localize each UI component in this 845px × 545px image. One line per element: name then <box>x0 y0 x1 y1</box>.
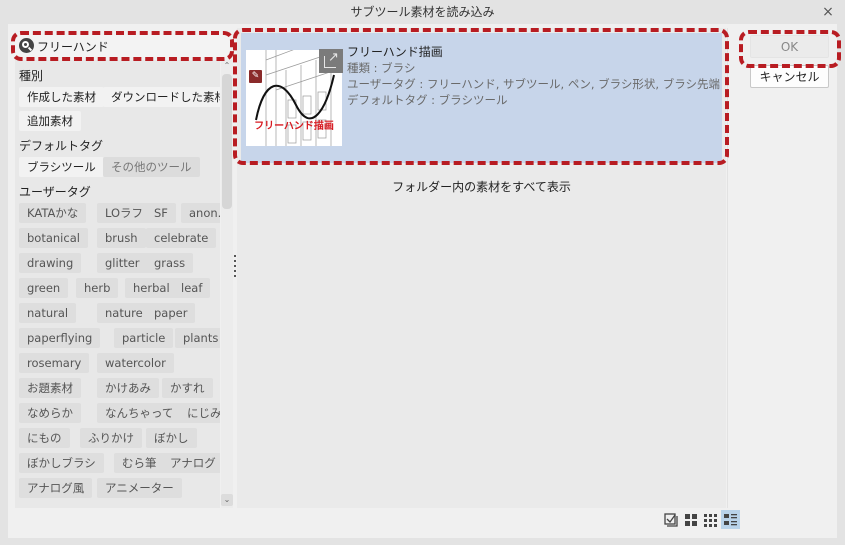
user-tag[interactable]: お題素材 <box>19 378 81 398</box>
user-tag[interactable]: アニメーター <box>97 478 182 498</box>
search-box[interactable] <box>15 35 230 57</box>
user-tag[interactable]: leaf <box>173 278 211 298</box>
user-tag[interactable]: SF <box>146 203 176 223</box>
user-tag[interactable]: なめらか <box>19 403 81 423</box>
user-tag[interactable]: かすれ <box>162 378 213 398</box>
list-detail-icon[interactable] <box>721 510 740 529</box>
user-tag[interactable]: herbal <box>125 278 178 298</box>
type-section-label: 種別 <box>19 69 44 83</box>
user-tag[interactable]: watercolor <box>97 353 174 373</box>
user-tag[interactable]: なんちゃって <box>97 403 182 423</box>
select-all-icon[interactable] <box>662 511 679 528</box>
tag-panel-scrollbar[interactable]: ⌃ ⌄ <box>221 60 233 508</box>
user-tag[interactable]: ふりかけ <box>80 428 142 448</box>
window-title: サブツール素材を読み込み <box>350 5 495 19</box>
user-tag[interactable]: herb <box>76 278 119 298</box>
type-tag[interactable]: 追加素材 <box>19 111 81 131</box>
type-tag[interactable]: 作成した素材 <box>19 87 104 107</box>
user-tag[interactable]: むら筆 <box>114 453 165 473</box>
scroll-thumb[interactable] <box>222 74 232 209</box>
user-tag[interactable]: nature <box>97 303 151 323</box>
material-default-tags: デフォルトタグ : ブラシツール <box>347 93 508 107</box>
user-tag[interactable]: brush <box>97 228 146 248</box>
user-tag[interactable]: ぼかし <box>146 428 197 448</box>
material-list: ✎ フリーハンド描画 フリーハンド描画 種類 : ブラシ ユーザータグ : フリ… <box>237 28 726 508</box>
material-item[interactable]: ✎ フリーハンド描画 フリーハンド描画 種類 : ブラシ ユーザータグ : フリ… <box>241 33 722 163</box>
user-tag[interactable]: LOラフ <box>97 203 152 223</box>
close-icon: × <box>822 4 834 20</box>
material-type: 種類 : ブラシ <box>347 61 416 75</box>
user-tag[interactable]: アナログ <box>162 453 220 473</box>
brush-icon: ✎ <box>249 70 262 83</box>
user-tag[interactable]: celebrate <box>146 228 217 248</box>
default-tag[interactable]: ブラシツール <box>19 157 104 177</box>
divider <box>727 28 728 508</box>
user-tag[interactable]: rosemary <box>19 353 90 373</box>
default-tag[interactable]: その他のツール <box>103 157 200 177</box>
user-tag[interactable]: paperflying <box>19 328 101 348</box>
user-tag[interactable]: アナログ風 <box>19 478 93 498</box>
material-user-tags: ユーザータグ : フリーハンド, サブツール, ペン, ブラシ形状, ブラシ先端 <box>347 77 721 91</box>
type-tag[interactable]: ダウンロードした素材 <box>103 87 220 107</box>
scroll-down-icon[interactable]: ⌄ <box>221 494 233 506</box>
thumbnail-label: フリーハンド描画 <box>254 121 334 132</box>
user-tag[interactable]: particle <box>114 328 174 348</box>
open-external-icon[interactable] <box>319 49 343 73</box>
search-input[interactable] <box>37 35 227 57</box>
cancel-button[interactable]: キャンセル <box>750 65 829 88</box>
user-tag[interactable]: ぼかしブラシ <box>19 453 104 473</box>
show-all-link[interactable]: フォルダー内の素材をすべて表示 <box>237 178 726 195</box>
small-grid-icon[interactable] <box>702 511 719 528</box>
user-tag[interactable]: botanical <box>19 228 88 248</box>
user-tag[interactable]: glitter <box>97 253 148 273</box>
user-tag-section-label: ユーザータグ <box>19 185 91 199</box>
scroll-up-icon[interactable]: ⌃ <box>221 60 233 72</box>
large-grid-icon[interactable] <box>682 511 699 528</box>
material-title: フリーハンド描画 <box>347 45 443 59</box>
ok-button[interactable]: OK <box>750 35 829 58</box>
default-tag-section-label: デフォルトタグ <box>19 139 104 153</box>
user-tag[interactable]: anon. <box>181 203 220 223</box>
user-tag[interactable]: green <box>19 278 69 298</box>
user-tag[interactable]: drawing <box>19 253 82 273</box>
user-tag[interactable]: paper <box>146 303 196 323</box>
user-tag[interactable]: にもの <box>19 428 70 448</box>
user-tag[interactable]: にじみ <box>179 403 220 423</box>
title-bar: サブツール素材を読み込み × <box>0 0 845 24</box>
user-tag[interactable]: natural <box>19 303 77 323</box>
user-tag[interactable]: grass <box>146 253 194 273</box>
user-tag[interactable]: KATAかな <box>19 203 87 223</box>
tag-filter-panel: 種別 作成した素材 ダウンロードした素材 追加素材 デフォルトタグ ブラシツール… <box>15 60 220 508</box>
user-tag[interactable]: plants <box>175 328 220 348</box>
close-button[interactable]: × <box>819 3 837 21</box>
search-icon <box>19 38 34 53</box>
user-tag[interactable]: かけあみ <box>97 378 159 398</box>
